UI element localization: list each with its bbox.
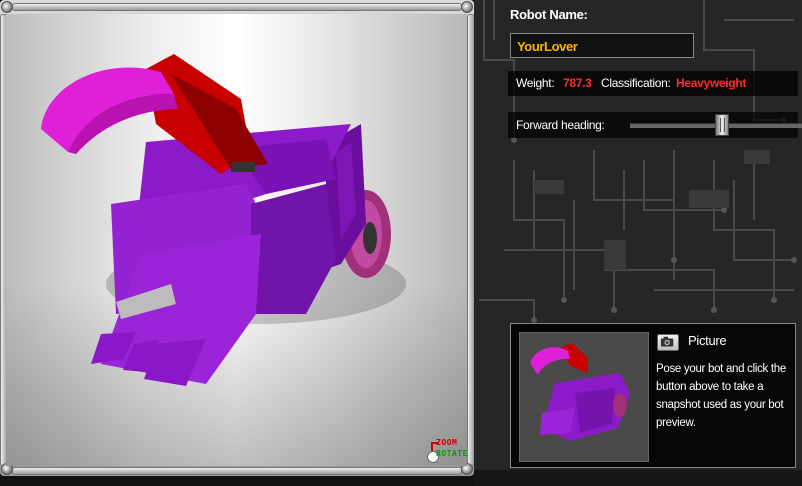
bot-preview-image (519, 332, 649, 462)
zoom-label[interactable]: ZOOM (436, 438, 457, 447)
screw-icon (1, 1, 13, 13)
classification-label: Classification: (601, 76, 671, 90)
take-snapshot-button[interactable] (657, 334, 679, 351)
forward-heading-row: Forward heading: (508, 112, 802, 138)
picture-panel: Picture Pose your bot and click the butt… (510, 323, 796, 468)
picture-description: Pose your bot and click the button above… (656, 363, 786, 429)
screw-icon (461, 1, 473, 13)
viewport-frame: ZOOM ROTATE (0, 0, 475, 476)
frame-rail-bottom (12, 467, 462, 475)
weight-value: 787.3 (563, 76, 592, 90)
weight-class-row: Weight: 787.3 Classification: Heavyweigh… (508, 71, 798, 96)
robot-name-input[interactable]: YourLover (510, 33, 694, 58)
robot-info-panel: Robot Name: YourLover Weight: 787.3 Clas… (474, 0, 802, 486)
robot-name-label: Robot Name: (510, 7, 588, 22)
forward-heading-slider-thumb[interactable] (715, 114, 730, 136)
forward-heading-label: Forward heading: (516, 118, 605, 132)
picture-title: Picture (688, 333, 727, 348)
camera-icon (660, 336, 674, 347)
robot-model[interactable] (6, 14, 467, 466)
classification-value: Heavyweight (676, 76, 747, 90)
rotate-label[interactable]: ROTATE (436, 449, 467, 458)
zoom-rotate-control[interactable]: ZOOM ROTATE (424, 438, 467, 466)
robot-3d-viewport[interactable]: ZOOM ROTATE (6, 14, 467, 466)
weight-label: Weight: (516, 76, 555, 90)
frame-rail-top (12, 3, 462, 11)
